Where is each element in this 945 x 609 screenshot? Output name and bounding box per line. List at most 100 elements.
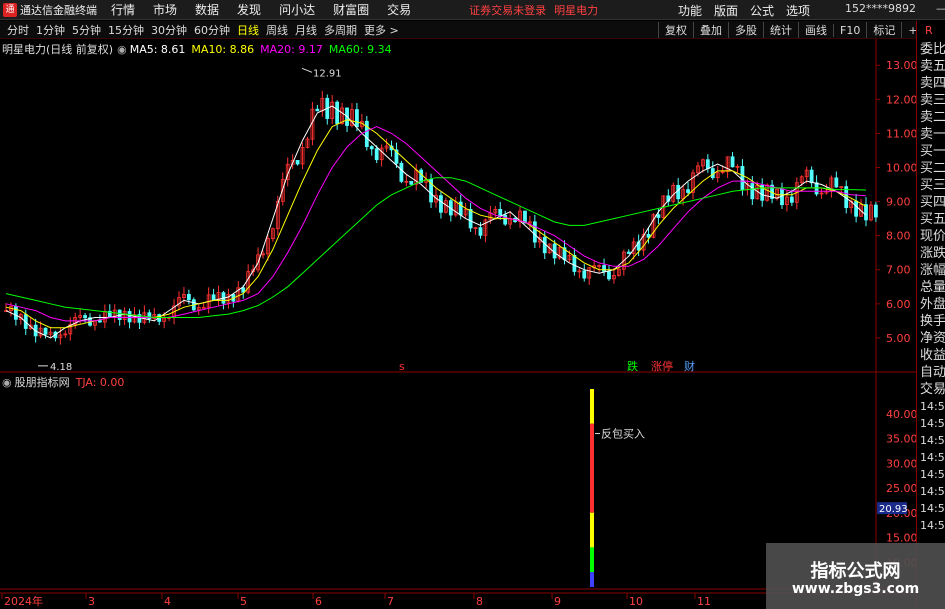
app-logo-icon: 通 [3, 2, 17, 17]
menu-market[interactable]: 市场 [153, 1, 177, 18]
quote-label: 卖一 [920, 127, 945, 142]
candle-body [83, 315, 87, 319]
candle-body [503, 214, 508, 225]
menu-ask[interactable]: 问小达 [279, 1, 315, 18]
quote-label: 14:56 [920, 451, 945, 464]
candle-body [335, 101, 340, 124]
kline-chart[interactable]: 13.00 12.00 11.00 10.00 9.00 8.00 7.00 6.00 5.00… [0, 39, 916, 609]
candle-body [740, 165, 745, 191]
quote-panel-toggle[interactable]: R [917, 21, 945, 41]
candle-body [789, 196, 794, 203]
period-60min[interactable]: 60分钟 [194, 22, 230, 38]
draw-line-button[interactable]: 画线 [798, 22, 833, 38]
candle-body [369, 146, 374, 150]
candle-body [676, 184, 681, 200]
candle-body [552, 243, 557, 259]
menu-formula[interactable]: 公式 [750, 2, 774, 19]
period-1min[interactable]: 1分钟 [36, 22, 65, 38]
menu-wealth[interactable]: 财富圈 [333, 1, 369, 18]
indicator-tick-label: 25.00 [886, 482, 916, 495]
period-multi[interactable]: 多周期 [324, 22, 357, 38]
adjust-button[interactable]: 复权 [658, 22, 693, 38]
quote-label: 委比 [920, 42, 945, 57]
site-watermark: 指标公式网 www.zbgs3.com [766, 543, 945, 609]
date-tick-label: 4 [164, 595, 171, 608]
user-phone[interactable]: 152****9892 [845, 2, 916, 15]
menu-data[interactable]: 数据 [195, 1, 219, 18]
period-intraday[interactable]: 分时 [7, 22, 29, 38]
minimize-icon[interactable]: — [936, 2, 945, 15]
watermark-title: 指标公式网 [810, 561, 901, 582]
mark-button[interactable]: 标记 [866, 22, 901, 38]
quote-label: 交易 [920, 382, 945, 397]
quote-label: 外盘 [920, 297, 945, 312]
quote-label: 14:56 [920, 485, 945, 498]
candle-body [602, 265, 606, 272]
candle-body [399, 162, 404, 182]
menu-options[interactable]: 选项 [786, 2, 810, 19]
signal-bar-segment [590, 512, 594, 548]
menu-discover[interactable]: 发现 [237, 1, 261, 18]
menu-layout[interactable]: 版面 [714, 2, 738, 19]
menu-quotes[interactable]: 行情 [111, 1, 135, 18]
period-15min[interactable]: 15分钟 [108, 22, 144, 38]
price-tick-label: 12.00 [886, 93, 916, 106]
candle-body [607, 271, 611, 280]
period-weekly[interactable]: 周线 [266, 22, 288, 38]
candle-body [186, 293, 191, 301]
overlay-button[interactable]: 叠加 [693, 22, 728, 38]
candle-body [686, 189, 690, 193]
event-mark: 涨停 [651, 359, 673, 373]
high-label: 12.91 [313, 68, 342, 79]
watermark-url: www.zbgs3.com [791, 581, 920, 597]
signal-bar-segment [590, 572, 594, 587]
candle-body [498, 209, 503, 216]
indicator-current-value: 20.93 [879, 504, 908, 515]
candle-body [211, 294, 216, 301]
indicator-tick-label: 40.00 [886, 408, 916, 421]
indicator-tick-label: 30.00 [886, 457, 916, 470]
quote-labels: 委比 卖五 卖四 卖三 卖二 卖一 买一 买二 买三 买四 买五 现价 涨跌 涨幅 总量 外盘 换手 净资 收益 自动… [917, 41, 945, 534]
quote-label: 买三 [920, 178, 945, 193]
candle-body [854, 200, 859, 217]
f10-button[interactable]: F10 [833, 23, 866, 37]
stats-button[interactable]: 统计 [763, 22, 798, 38]
ma-line-ma10 [5, 119, 867, 329]
period-daily[interactable]: 日线 [237, 22, 259, 38]
period-30min[interactable]: 30分钟 [151, 22, 187, 38]
price-tick-label: 8.00 [886, 230, 911, 243]
quote-label: 卖二 [920, 110, 945, 125]
quote-label: 收益 [920, 348, 945, 363]
candle-body [730, 156, 735, 168]
candle-body [873, 204, 878, 218]
candle-body [834, 177, 839, 188]
multi-stock-button[interactable]: 多股 [728, 22, 763, 38]
price-tick-label: 7.00 [886, 264, 911, 277]
candle-body [43, 327, 48, 335]
current-stock-name: 明星电力 [554, 3, 599, 17]
quote-label: 14:56 [920, 502, 945, 515]
quote-label: 14:56 [920, 434, 945, 447]
period-5min[interactable]: 5分钟 [72, 22, 101, 38]
date-tick-label: 10 [629, 595, 643, 608]
date-tick-label: 8 [476, 595, 483, 608]
quote-label: 14:56 [920, 519, 945, 532]
signal-bar-segment [590, 547, 594, 573]
price-tick-label: 9.00 [886, 196, 911, 209]
price-tick-label: 11.00 [886, 127, 916, 140]
price-tick-label: 10.00 [886, 161, 916, 174]
quote-label: 现价 [920, 229, 945, 244]
menu-function[interactable]: 功能 [678, 2, 702, 19]
quote-label: 总量 [920, 280, 945, 295]
trade-login-warning[interactable]: 证券交易未登录 [469, 2, 546, 18]
user-area: 152****9892 — □ ✕ [845, 2, 945, 15]
period-monthly[interactable]: 月线 [295, 22, 317, 38]
candle-body [439, 195, 443, 213]
menu-trade[interactable]: 交易 [387, 1, 411, 18]
period-more[interactable]: 更多 > [364, 22, 399, 38]
date-tick-label: 11 [697, 595, 711, 608]
quote-label: 涨跌 [920, 246, 945, 261]
quote-label: 卖五 [920, 59, 945, 74]
price-tick-label: 5.00 [886, 332, 911, 345]
candle-body [295, 160, 300, 165]
